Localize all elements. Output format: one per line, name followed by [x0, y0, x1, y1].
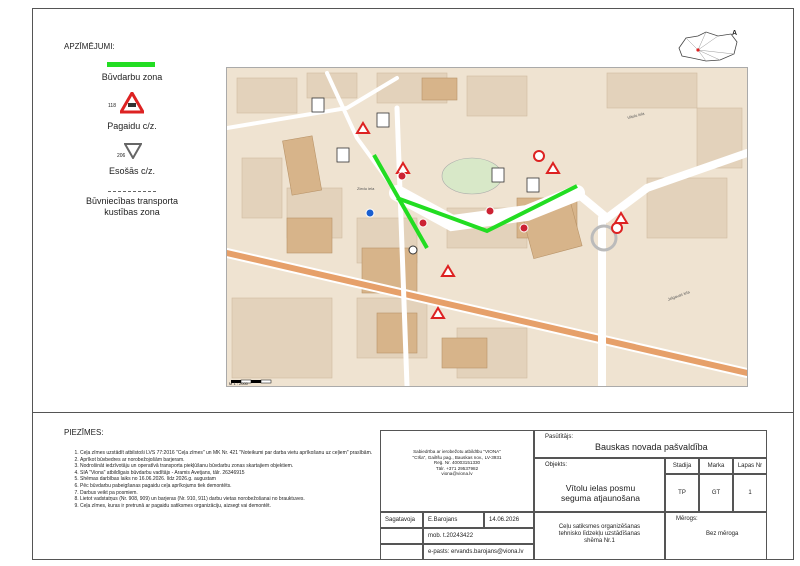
site-map[interactable]: Ziedu iela Jelgavas iela Vītolu iela — [226, 67, 748, 387]
prepared-by: E.Barojans — [423, 512, 484, 528]
notes-title: PIEZĪMES: — [64, 428, 104, 437]
transport-zone-line — [108, 191, 156, 192]
yield-sign-icon — [124, 143, 142, 159]
object-label: Objekts: — [545, 462, 568, 468]
note-item: Darbus veikt pa posmiem. — [80, 490, 380, 497]
blank-cell-1 — [380, 528, 423, 544]
note-item: Ceļa zīmes, kuras ir pretrunā ar pagaidu… — [80, 503, 380, 510]
note-item: Pēc būvdarbu pabeigšanas pagaidu ceļa ap… — [80, 483, 380, 490]
note-item: Shēmas darbības laiks no 16.06.2026. līd… — [80, 476, 380, 483]
north-arrow-icon: A — [732, 30, 738, 37]
drawing-title-1: Ceļu satiksmes organizēšanas — [558, 524, 641, 530]
page-label: Lapas Nr — [733, 458, 767, 474]
mobile: mob. t.20243422 — [423, 528, 534, 544]
note-item: Nodrošināt iedzīvotāju un operatīvā tran… — [80, 463, 380, 470]
email: e-pasts: ervands.barojans@viona.lv — [423, 544, 534, 560]
scale-label: Mērogs: — [676, 516, 698, 522]
mark-value: GT — [699, 474, 733, 512]
sign1-number: 118 — [108, 103, 116, 109]
client-label: Pasūtītājs: — [545, 434, 574, 440]
sign1-label: Pagaidu c/z. — [107, 121, 157, 131]
note-item: Lietot vadstatņus (Nr. 908, 909) un barj… — [80, 496, 380, 503]
warning-sign-icon — [120, 92, 144, 114]
locator-map — [678, 31, 738, 62]
company-line-5: viona@viona.lv — [441, 471, 473, 477]
object-box: Objekts: Vītolu ielas posmu seguma atjau… — [534, 458, 665, 512]
page-value: 1 — [733, 474, 767, 512]
street-label-1: Ziedu iela — [357, 186, 375, 191]
drawing-title-box: Ceļu satiksmes organizēšanas tehnisko lī… — [534, 512, 665, 560]
client-name: Bauskas novada pašvaldība — [595, 442, 708, 452]
mark-label: Marka — [699, 458, 733, 474]
sign2-label: Esošās c/z. — [108, 166, 155, 176]
legend-title: APZĪMĒJUMI: — [64, 42, 115, 51]
object-name-1: Vītolu ielas posmu — [565, 483, 636, 493]
note-item: SIA "Viona" atbildīgais būvdarbu vadītāj… — [80, 470, 380, 477]
date: 14.06.2026 — [484, 512, 534, 528]
work-zone-swatch — [107, 62, 155, 67]
transport-zone-label-1: Būvniecības transporta — [85, 196, 179, 206]
drawing-title-3: shēma Nr.1 — [584, 538, 615, 544]
map-drawing — [227, 71, 747, 386]
transport-zone-label-2: kustības zona — [104, 207, 160, 217]
notes-list: Ceļa zīmes uzstādīt atbilstoši LVS 77:20… — [70, 450, 380, 509]
drawing-title-2: tehnisko līdzekļu uzstādīšanas — [558, 531, 641, 537]
stage-value: TP — [665, 474, 699, 512]
prepared-label: Sagatavoja — [380, 512, 423, 528]
note-item: Aprīkot būvbedres ar norobežojošām barje… — [80, 457, 380, 464]
blank-cell-2 — [380, 544, 423, 560]
work-zone-label: Būvdarbu zona — [101, 72, 163, 82]
map-scale-label: M 1 : 2000 — [229, 381, 248, 386]
object-name-2: seguma atjaunošana — [561, 493, 640, 503]
note-item: Ceļa zīmes uzstādīt atbilstoši LVS 77:20… — [80, 450, 380, 457]
stage-label: Stadija — [665, 458, 699, 474]
company-box: Sabiedrība ar ierobežotu atbildību "VION… — [380, 430, 534, 512]
scale-box: Mērogs: Bez mēroga — [665, 512, 767, 560]
scale-value: Bez mēroga — [706, 531, 739, 537]
frame-divider — [32, 412, 794, 413]
client-box: Pasūtītājs: Bauskas novada pašvaldība — [534, 430, 767, 458]
